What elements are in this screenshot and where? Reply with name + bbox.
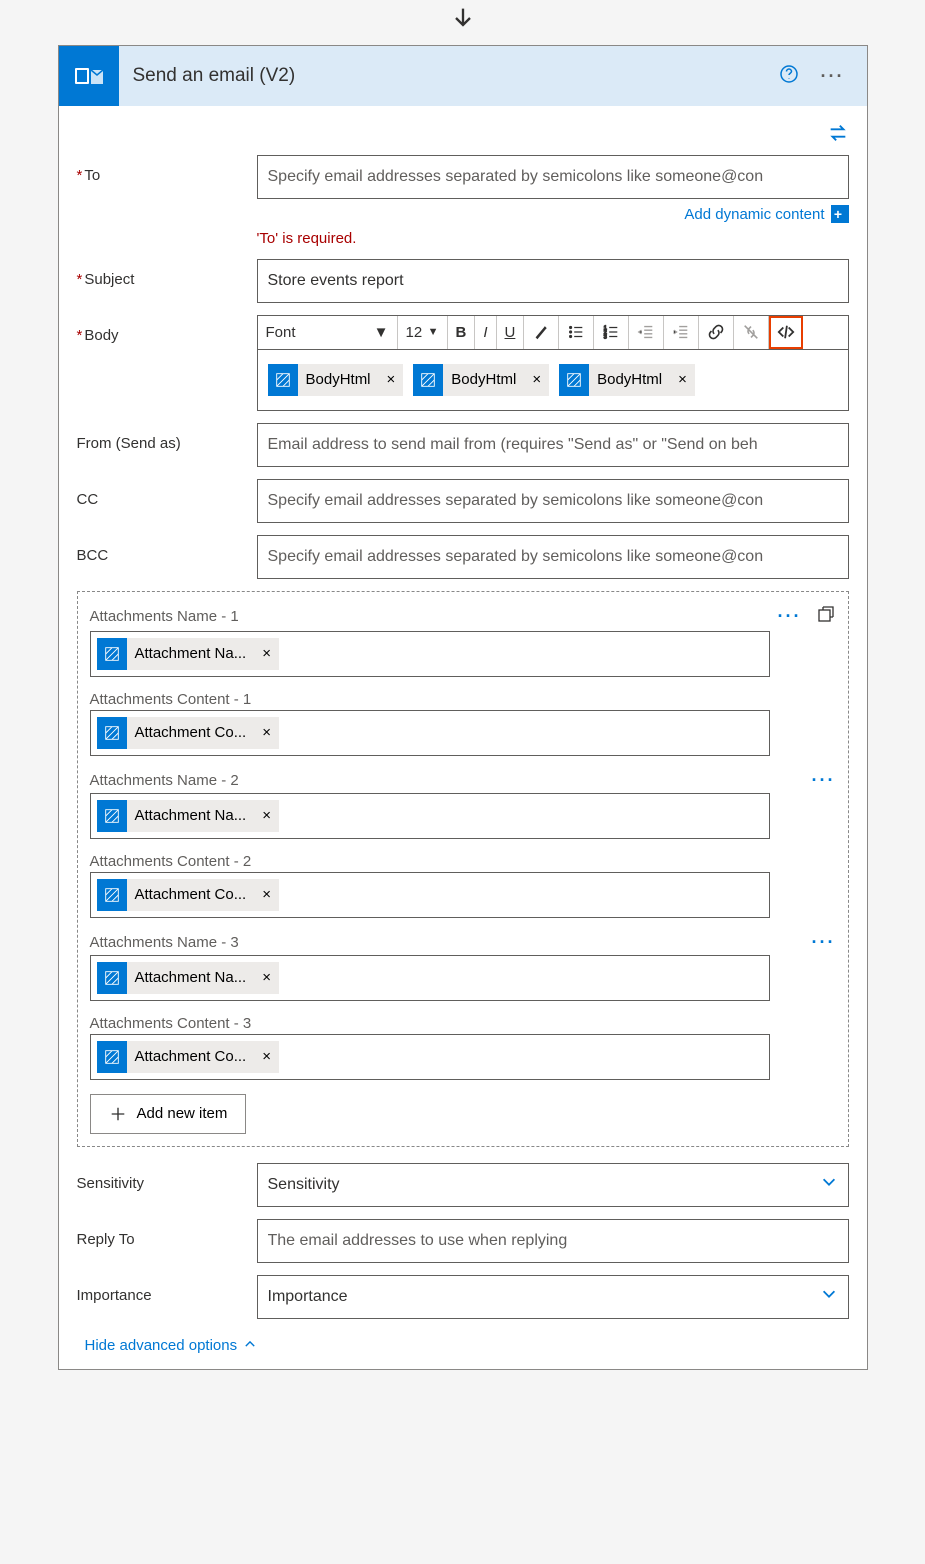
outdent-button[interactable] [629,316,664,349]
attachment-token: Attachment Co...× [97,879,279,911]
action-card: Send an email (V2) ··· *To Add dynamic c… [58,45,868,1370]
token-icon [97,1041,127,1073]
body-editor: Font▼ 12▼ B I U 123 [257,315,849,411]
unlink-button[interactable] [734,316,769,349]
reply-to-input[interactable] [257,1219,849,1263]
add-dynamic-content-link[interactable]: Add dynamic content + [684,205,848,223]
token-remove[interactable]: × [379,371,404,388]
body-label: *Body [77,315,257,344]
to-label: *To [77,155,257,184]
attachment-content-input[interactable]: Attachment Co...× [90,710,770,756]
subject-input[interactable] [257,259,849,303]
indent-button[interactable] [664,316,699,349]
to-error: 'To' is required. [257,230,849,247]
hide-advanced-link[interactable]: Hide advanced options [85,1337,258,1355]
attachment-name-label: Attachments Name - 2 [90,772,239,789]
attachment-token: Attachment Na...× [97,638,279,670]
token-remove[interactable]: × [254,969,279,986]
token-remove[interactable]: × [254,1048,279,1065]
chevron-up-icon [243,1337,257,1355]
attachment-name-label: Attachments Name - 1 [90,608,239,625]
token-remove[interactable]: × [524,371,549,388]
cc-label: CC [77,479,257,508]
card-title: Send an email (V2) [119,65,779,87]
token-icon [97,962,127,994]
attachment-more-icon[interactable]: ··· [812,770,836,791]
token-remove[interactable]: × [670,371,695,388]
swap-icon[interactable] [827,131,849,148]
italic-button[interactable]: I [475,316,496,349]
flow-arrow [10,0,915,45]
attachment-token: Attachment Co...× [97,1041,279,1073]
attachments-section: Attachments Name - 1 ··· Attachment Na...×… [77,591,849,1147]
subject-label: *Subject [77,259,257,288]
token-icon [413,364,443,396]
underline-button[interactable]: U [497,316,525,349]
bold-button[interactable]: B [448,316,476,349]
svg-text:3: 3 [604,334,607,340]
code-view-button[interactable] [769,316,803,349]
token-icon [268,364,298,396]
token-icon [97,800,127,832]
attachment-content-input[interactable]: Attachment Co...× [90,872,770,918]
sensitivity-label: Sensitivity [77,1163,257,1192]
link-button[interactable] [699,316,734,349]
reply-to-label: Reply To [77,1219,257,1248]
token-icon [97,717,127,749]
cc-input[interactable] [257,479,849,523]
body-token: BodyHtml × [559,364,695,396]
attachment-content-label: Attachments Content - 2 [90,853,252,870]
font-size-picker[interactable]: 12▼ [398,316,448,349]
body-token: BodyHtml × [413,364,549,396]
body-token: BodyHtml × [268,364,404,396]
attachment-token: Attachment Na...× [97,800,279,832]
sensitivity-select[interactable]: Sensitivity [257,1163,849,1207]
more-icon[interactable]: ··· [821,66,845,87]
token-icon [559,364,589,396]
body-content[interactable]: BodyHtml × BodyHtml × BodyHtml × [258,350,848,410]
chevron-down-icon [820,1173,838,1196]
attachment-more-icon[interactable]: ··· [778,606,802,627]
help-icon[interactable] [779,64,799,89]
number-list-button[interactable]: 123 [594,316,629,349]
dynamic-badge-icon: + [831,205,849,223]
token-remove[interactable]: × [254,807,279,824]
outlook-icon [59,46,119,106]
token-remove[interactable]: × [254,724,279,741]
font-picker[interactable]: Font▼ [258,316,398,349]
attachment-name-input[interactable]: Attachment Na...× [90,631,770,677]
color-button[interactable] [524,316,559,349]
importance-label: Importance [77,1275,257,1304]
card-header[interactable]: Send an email (V2) ··· [59,46,867,106]
token-remove[interactable]: × [254,645,279,662]
to-input[interactable] [257,155,849,199]
token-icon [97,638,127,670]
importance-select[interactable]: Importance [257,1275,849,1319]
from-label: From (Send as) [77,423,257,452]
popout-icon[interactable] [816,604,836,629]
token-remove[interactable]: × [254,886,279,903]
attachment-more-icon[interactable]: ··· [812,932,836,953]
attachment-content-label: Attachments Content - 1 [90,691,252,708]
bullet-list-button[interactable] [559,316,594,349]
attachment-content-label: Attachments Content - 3 [90,1015,252,1032]
attachment-name-input[interactable]: Attachment Na...× [90,955,770,1001]
attachment-content-input[interactable]: Attachment Co...× [90,1034,770,1080]
bcc-label: BCC [77,535,257,564]
from-input[interactable] [257,423,849,467]
add-new-item-button[interactable]: Add new item [90,1094,247,1134]
attachment-token: Attachment Co...× [97,717,279,749]
token-icon [97,879,127,911]
attachment-token: Attachment Na...× [97,962,279,994]
attachment-name-label: Attachments Name - 3 [90,934,239,951]
bcc-input[interactable] [257,535,849,579]
attachment-name-input[interactable]: Attachment Na...× [90,793,770,839]
chevron-down-icon [820,1285,838,1308]
